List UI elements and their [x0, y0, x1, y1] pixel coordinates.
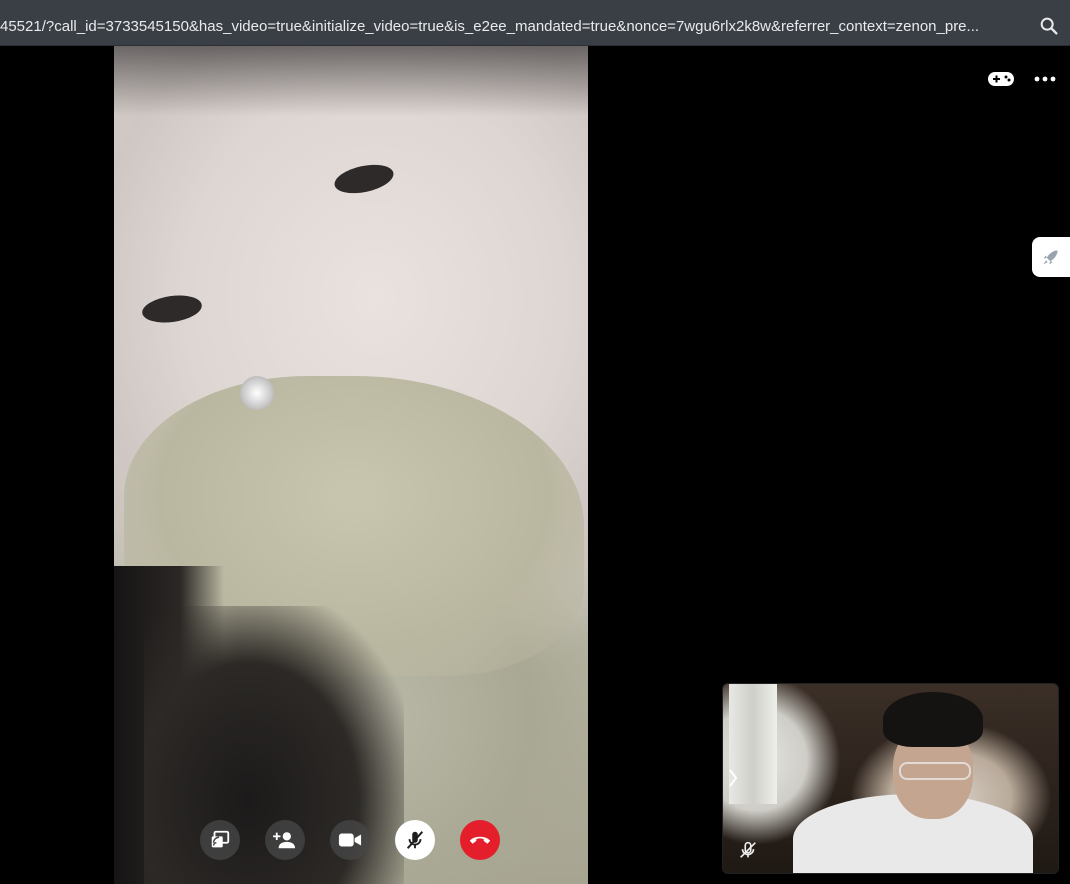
video-detail [883, 692, 983, 747]
remote-video[interactable] [114, 46, 588, 884]
gamepad-icon[interactable] [986, 68, 1016, 90]
search-zoom-icon[interactable] [1038, 15, 1060, 37]
more-options-icon[interactable] [1030, 68, 1060, 90]
microphone-muted-icon [740, 841, 756, 858]
self-view-video[interactable] [722, 683, 1059, 874]
video-detail [331, 160, 397, 198]
side-panel-tab[interactable] [1032, 237, 1070, 277]
share-screen-button[interactable] [200, 820, 240, 860]
video-detail [114, 46, 588, 116]
rocket-icon [1043, 250, 1058, 265]
share-screen-icon [211, 830, 230, 848]
mute-microphone-button[interactable] [395, 820, 435, 860]
address-bar: 45521/?call_id=3733545150&has_video=true… [0, 0, 1070, 46]
url-text[interactable]: 45521/?call_id=3733545150&has_video=true… [0, 17, 1028, 37]
add-person-button[interactable] [265, 820, 305, 860]
add-person-icon [273, 832, 296, 849]
video-camera-button[interactable] [330, 820, 370, 860]
video-detail [899, 762, 971, 780]
end-call-icon [469, 836, 491, 844]
video-camera-icon [338, 833, 362, 847]
top-right-controls [986, 68, 1060, 90]
call-controls [200, 820, 500, 860]
mute-microphone-icon [406, 831, 424, 849]
call-stage [0, 46, 1070, 884]
chevron-right-icon[interactable] [727, 766, 739, 790]
video-detail [140, 291, 204, 327]
end-call-button[interactable] [460, 820, 500, 860]
video-detail [240, 376, 274, 410]
